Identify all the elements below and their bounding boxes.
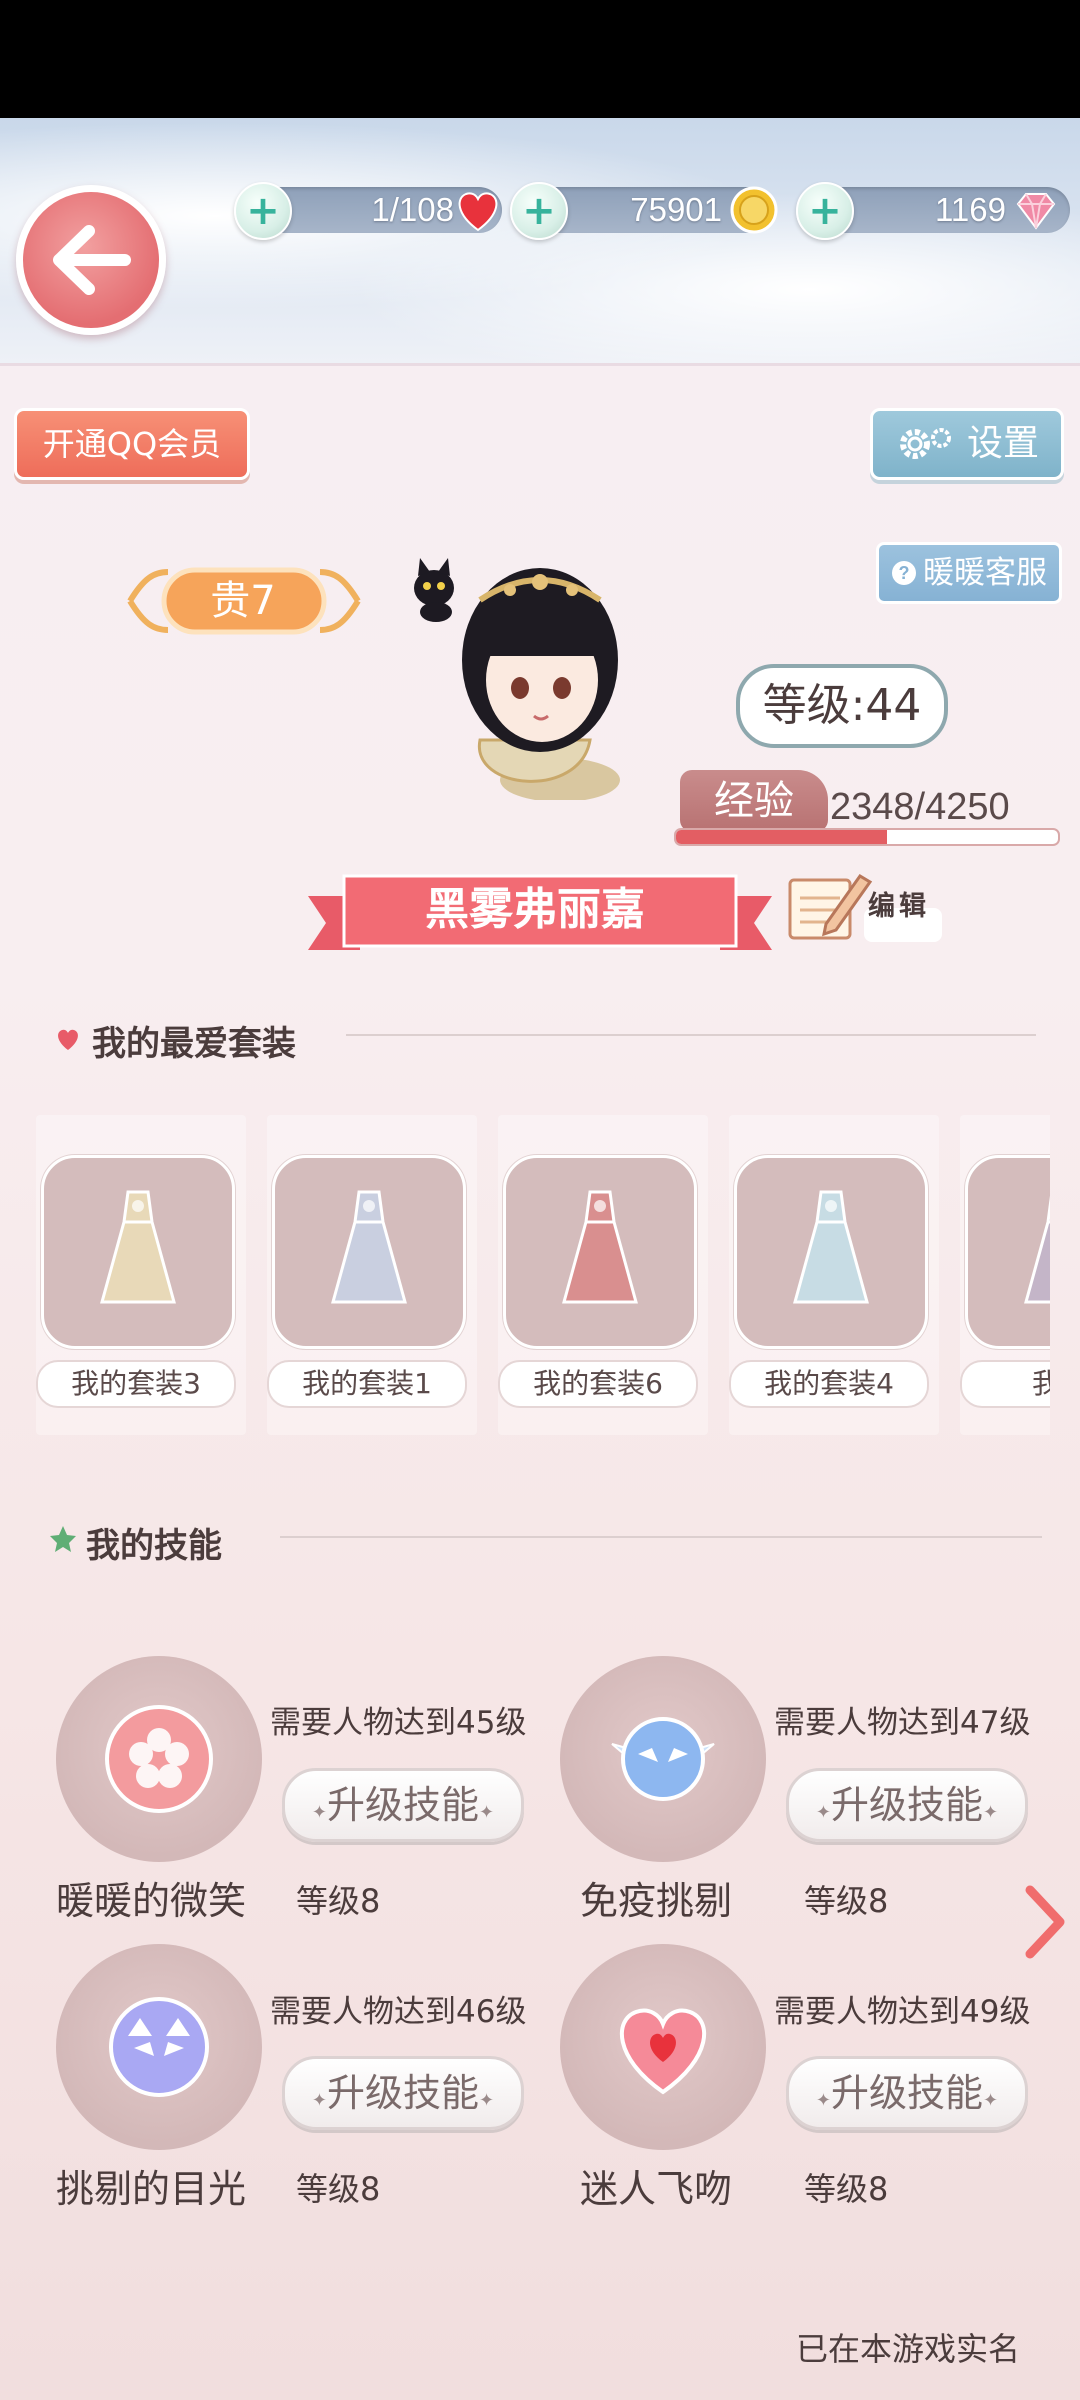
skill-requirement: 需要人物达到49级	[774, 1994, 1031, 2030]
qq-vip-button[interactable]: 开通QQ会员	[14, 408, 250, 480]
diamond-value: 1169	[935, 191, 1006, 228]
outfit-label: 我的套装4	[729, 1360, 929, 1408]
skill-name: 免疫挑剔	[580, 1879, 733, 1923]
dress-icon	[100, 1190, 176, 1304]
edit-name-label: 编辑	[868, 891, 930, 922]
skill-icon-button[interactable]	[56, 1656, 262, 1862]
exp-value: 2348/4250	[830, 786, 1010, 828]
upgrade-skill-button[interactable]: ✦升级技能✦	[786, 2056, 1028, 2130]
outfit-thumbnail[interactable]	[41, 1155, 235, 1349]
customer-service-button[interactable]: ? 暖暖客服	[876, 542, 1062, 604]
realname-status: 已在本游戏实名	[796, 2330, 1021, 2368]
favorites-divider	[346, 1034, 1036, 1036]
player-level: 等级:44	[736, 664, 948, 748]
upgrade-skill-label: 升级技能	[326, 2071, 479, 2115]
stamina-add-button[interactable]: +	[234, 182, 292, 240]
heart-icon	[619, 2008, 707, 2095]
skill-level: 等级8	[296, 2170, 381, 2208]
settings-label: 设置	[966, 423, 1039, 464]
outfit-label: 我的套装1	[267, 1360, 467, 1408]
diamond-icon	[1016, 193, 1056, 230]
skill-level: 等级8	[804, 1882, 889, 1920]
exp-progress-fill	[676, 830, 887, 844]
outfit-label: 我的套装3	[36, 1360, 236, 1408]
settings-button[interactable]: 设置	[870, 408, 1064, 480]
skill-level: 等级8	[296, 1882, 381, 1920]
black-cat-icon	[414, 558, 454, 622]
skill-icon-button[interactable]	[56, 1944, 262, 2150]
dress-icon	[562, 1190, 638, 1304]
outfit-thumbnail[interactable]	[272, 1155, 466, 1349]
upgrade-skill-label: 升级技能	[830, 1783, 983, 1827]
heart-section-icon	[58, 1029, 78, 1050]
skill-requirement: 需要人物达到45级	[270, 1705, 527, 1741]
cat-mask-icon	[109, 1997, 209, 2097]
diamond-add-button[interactable]: +	[796, 182, 854, 240]
dress-icon	[331, 1190, 407, 1304]
skills-title: 我的技能	[86, 1526, 222, 1566]
dress-icon	[1024, 1195, 1050, 1304]
skill-icon-button[interactable]	[560, 1656, 766, 1862]
favorites-title: 我的最爱套装	[92, 1024, 296, 1064]
exp-progress-bar	[674, 828, 1060, 846]
outfit-thumbnail[interactable]	[503, 1155, 697, 1349]
dress-icon	[793, 1190, 869, 1304]
star-section-icon	[50, 1526, 76, 1552]
next-page-arrow-icon[interactable]	[1022, 1882, 1068, 1962]
skill-name: 挑剔的目光	[56, 2167, 247, 2211]
player-name: 黑雾弗丽嘉	[425, 884, 645, 935]
skill-icon-button[interactable]	[560, 1944, 766, 2150]
upgrade-skill-label: 升级技能	[830, 2071, 983, 2115]
back-button[interactable]	[16, 185, 166, 335]
outfit-card[interactable]: 我的套装6	[498, 1115, 708, 1435]
upgrade-skill-button[interactable]: ✦升级技能✦	[786, 1768, 1028, 1842]
gold-add-button[interactable]: +	[510, 182, 568, 240]
outfit-label: 我的套装6	[498, 1360, 698, 1408]
back-arrow-icon	[53, 225, 131, 295]
gold-coin-icon	[730, 186, 778, 234]
gold-value: 75901	[630, 191, 722, 228]
skill-level: 等级8	[804, 2170, 889, 2208]
outfit-thumbnail[interactable]	[965, 1155, 1050, 1349]
heart-icon	[458, 192, 498, 232]
outfit-card[interactable]: 我的套装1	[267, 1115, 477, 1435]
vip-level: 贵7	[210, 578, 276, 624]
skill-name: 暖暖的微笑	[56, 1879, 247, 1923]
exp-label: 经验	[680, 770, 828, 832]
outfit-card[interactable]: 我的	[960, 1115, 1050, 1435]
stamina-value: 1/108	[371, 191, 454, 228]
outfit-card[interactable]: 我的套装4	[729, 1115, 939, 1435]
upgrade-skill-button[interactable]: ✦升级技能✦	[282, 2056, 524, 2130]
customer-service-label: 暖暖客服	[923, 555, 1047, 591]
flower-icon	[105, 1705, 213, 1813]
skill-requirement: 需要人物达到46级	[270, 1994, 527, 2030]
upgrade-skill-button[interactable]: ✦升级技能✦	[282, 1768, 524, 1842]
skills-divider	[280, 1536, 1042, 1538]
gear-icon	[899, 428, 951, 459]
outfit-label: 我的	[960, 1360, 1050, 1408]
winged-mask-icon	[611, 1717, 715, 1801]
outfit-card[interactable]: 我的套装3	[36, 1115, 246, 1435]
skill-requirement: 需要人物达到47级	[774, 1705, 1031, 1741]
outfit-thumbnail[interactable]	[734, 1155, 928, 1349]
player-avatar[interactable]	[410, 540, 630, 800]
svg-text:?: ?	[899, 563, 910, 583]
question-icon: ?	[892, 561, 916, 585]
skill-name: 迷人飞吻	[580, 2167, 733, 2211]
status-bar	[0, 0, 1080, 118]
upgrade-skill-label: 升级技能	[326, 1783, 479, 1827]
